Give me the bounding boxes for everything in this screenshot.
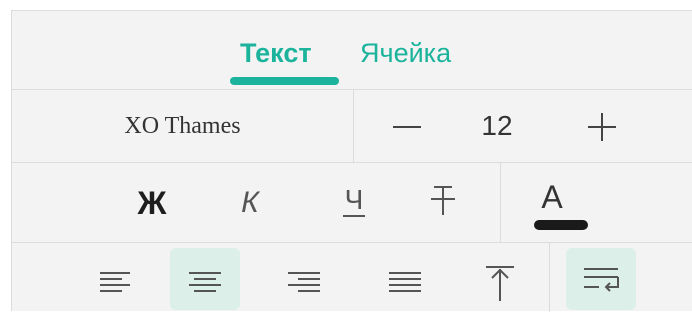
minus-icon bbox=[393, 126, 421, 128]
active-tab-indicator bbox=[230, 77, 339, 85]
plus-icon bbox=[588, 113, 616, 141]
font-name-button[interactable]: XO Thames bbox=[12, 90, 353, 162]
font-size-value: 12 bbox=[481, 110, 513, 141]
align-top-button[interactable] bbox=[480, 259, 520, 307]
align-right-button[interactable] bbox=[284, 263, 324, 303]
decrease-font-size-button[interactable] bbox=[390, 110, 424, 144]
align-justify-icon bbox=[389, 272, 421, 292]
divider bbox=[353, 90, 354, 162]
align-justify-button[interactable] bbox=[385, 263, 425, 303]
increase-font-size-button[interactable] bbox=[585, 110, 619, 144]
bold-button[interactable]: Ж bbox=[128, 163, 176, 243]
italic-button[interactable]: К bbox=[226, 163, 274, 243]
tab-cell[interactable]: Ячейка bbox=[360, 33, 451, 73]
strikethrough-button[interactable] bbox=[426, 181, 460, 221]
divider bbox=[549, 243, 550, 312]
align-center-icon bbox=[189, 272, 221, 292]
tab-text[interactable]: Текст bbox=[240, 33, 312, 73]
font-color-label: A bbox=[541, 179, 563, 215]
underline-label: Ч bbox=[342, 184, 366, 217]
tab-bar: Текст Ячейка bbox=[12, 11, 692, 89]
font-color-swatch bbox=[534, 220, 588, 230]
align-top-icon bbox=[486, 266, 514, 301]
underline-button[interactable]: Ч bbox=[330, 163, 378, 243]
divider bbox=[12, 242, 692, 243]
wrap-text-icon bbox=[584, 268, 619, 292]
wrap-text-button[interactable] bbox=[566, 248, 636, 310]
strikethrough-icon bbox=[431, 186, 455, 215]
align-right-icon bbox=[288, 272, 320, 292]
align-center-button[interactable] bbox=[170, 248, 240, 310]
divider bbox=[500, 163, 501, 243]
align-left-icon bbox=[100, 272, 130, 292]
text-format-panel: Текст Ячейка XO Thames 12 Ж К Ч A bbox=[11, 10, 692, 312]
align-left-button[interactable] bbox=[96, 263, 136, 303]
font-color-button[interactable]: A bbox=[512, 163, 612, 243]
